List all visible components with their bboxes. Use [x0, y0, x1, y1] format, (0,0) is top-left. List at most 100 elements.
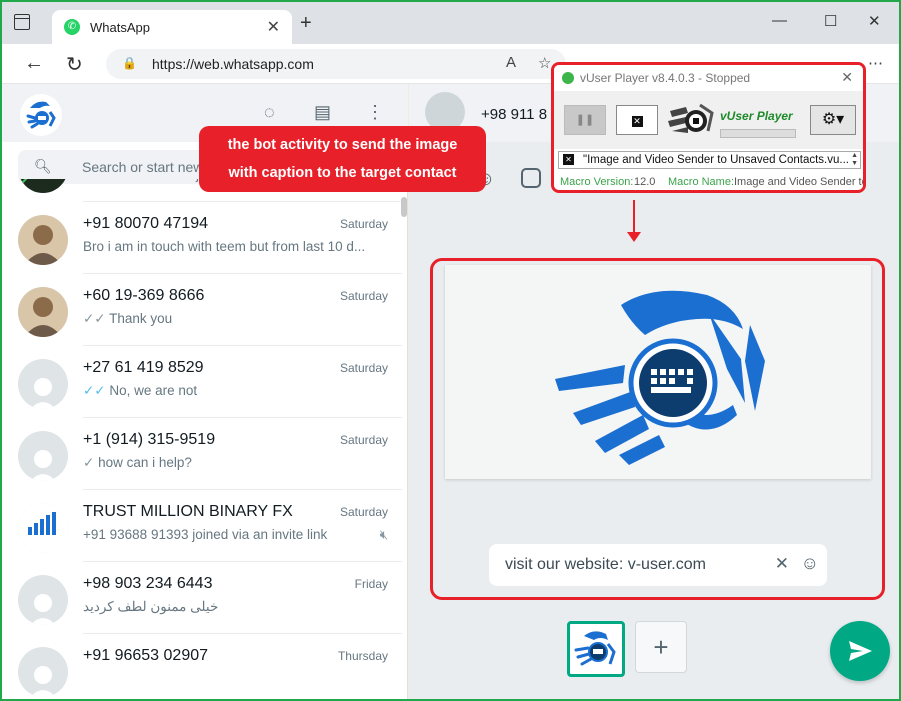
lock-icon: 🔒 [122, 56, 137, 70]
chat-list-item[interactable]: +98 903 234 6443 Friday خیلی ممنون لطف کرد… [2, 562, 402, 634]
chat-time: Friday [354, 577, 388, 591]
pause-button[interactable]: ❚❚ [564, 105, 606, 135]
back-arrow-icon[interactable]: ← [24, 52, 44, 75]
callout-line-2: with caption to the target contact [228, 165, 457, 181]
more-menu-icon[interactable]: ⋯ [868, 54, 883, 72]
macro-name-value: Image and Video Sender to [734, 176, 866, 188]
add-attachment-button[interactable]: + [635, 621, 687, 673]
tab-close-icon[interactable]: ✕ [267, 17, 280, 37]
group-avatar-icon [18, 179, 68, 193]
chat-avatar [18, 215, 68, 265]
read-receipt-icon: ✓ [83, 455, 95, 470]
chat-time: Saturday [339, 433, 388, 447]
vuser-app-icon [562, 72, 574, 84]
new-chat-icon[interactable]: ▤ [314, 102, 331, 123]
macro-file-name: "Image and Video Sender to Unsaved Conta… [583, 154, 849, 166]
chat-message-text: Thank you [109, 311, 173, 326]
chat-message-text: +91 93688 91393 joined via an invite lin… [83, 527, 328, 542]
annotation-arrow-line [633, 200, 635, 234]
stop-button[interactable]: ✕ [616, 105, 658, 135]
whatsapp-favicon-icon: ✆ [64, 19, 80, 35]
highlight-box [430, 258, 885, 600]
macro-version-value: 12.0 [634, 176, 656, 188]
chat-last-message: Bro i am in touch with teem but from las… [83, 239, 383, 254]
callout-line-1: the bot activity to send the image [227, 137, 458, 153]
chat-list-item[interactable]: +27 61 419 8529 Saturday ✓✓ No, we are not [2, 346, 402, 418]
chat-name: +60 19-369 8666 [83, 287, 205, 304]
chat-list-item[interactable]: +91 80070 47194 Saturday Bro i am in touch… [2, 202, 402, 274]
chat-time: Saturday [339, 217, 388, 231]
vuser-close-icon[interactable]: ✕ [841, 69, 853, 86]
chat-list: Learn 2 Beom trade xpatSaturday+91 6363 … [2, 179, 402, 699]
chat-list-scrollbar[interactable] [401, 197, 407, 217]
chat-name: +1 (914) 315-9519 [83, 431, 216, 448]
screenshot-frame: ✆ WhatsApp ✕ + — ☐ ✕ ← ↻ 🔒 https://web.w… [0, 0, 901, 701]
photo-avatar-icon [18, 287, 68, 337]
browser-tab[interactable]: ✆ WhatsApp ✕ [52, 10, 292, 44]
chat-time: Saturday [339, 361, 388, 375]
annotation-callout: the bot activity to send the image with … [199, 126, 486, 192]
chat-last-message: ✓✓ No, we are not [83, 383, 383, 399]
settings-gear-button[interactable]: ⚙▾ [810, 105, 856, 135]
status-icon[interactable]: ◌ [264, 102, 275, 123]
macro-selector[interactable]: ✕ "Image and Video Sender to Unsaved Con… [558, 151, 861, 169]
chat-avatar [18, 431, 68, 481]
address-bar[interactable]: 🔒 https://web.whatsapp.com [106, 49, 566, 79]
vuser-titlebar[interactable]: vUser Player v8.4.0.3 - Stopped ✕ [554, 65, 863, 91]
trust-million-logo-icon [18, 503, 68, 553]
reload-icon[interactable]: ↻ [66, 52, 83, 77]
chat-avatar [18, 179, 68, 193]
chat-last-message: ✓✓ Thank you [83, 311, 383, 327]
chat-message-text: No, we are not [109, 383, 198, 398]
read-receipt-icon: ✓✓ [83, 383, 106, 398]
chat-avatar [18, 359, 68, 409]
annotation-arrow-icon [627, 232, 641, 242]
sidebar-toggle-icon[interactable] [14, 14, 30, 30]
chat-name: +27 61 419 8529 [83, 359, 204, 376]
menu-icon[interactable]: ⋮ [366, 102, 384, 123]
browser-tab-strip: ✆ WhatsApp ✕ + — ☐ ✕ [2, 2, 899, 44]
window-close-icon[interactable]: ✕ [868, 12, 881, 30]
chat-time: Thursday [337, 649, 388, 663]
chat-name: TRUST MILLION BINARY FX [83, 503, 293, 520]
chat-list-item[interactable]: +91 96653 02907 Thursday [2, 634, 402, 699]
macro-scroll-icon[interactable]: ▲ ▼ [851, 152, 858, 168]
sticker-icon[interactable] [521, 168, 541, 188]
attachment-thumbnail[interactable] [567, 621, 625, 677]
chat-last-message: ✓ how can i help? [83, 455, 383, 471]
read-aloud-icon[interactable]: A [506, 54, 516, 71]
send-icon [849, 641, 872, 661]
new-tab-icon[interactable]: + [300, 13, 312, 33]
chat-time: Saturday [339, 289, 388, 303]
favorite-star-icon[interactable]: ☆ [538, 54, 551, 72]
tab-title: WhatsApp [90, 20, 150, 35]
stop-icon: ✕ [631, 116, 643, 127]
photo-avatar-icon [18, 215, 68, 265]
macro-close-icon[interactable]: ✕ [563, 154, 574, 165]
chat-list-item[interactable]: TRUST MILLION BINARY FX Saturday +91 93688… [2, 490, 402, 562]
macro-name-label: Macro Name: [668, 176, 735, 188]
chat-list-item[interactable]: +60 19-369 8666 Saturday ✓✓ Thank you [2, 274, 402, 346]
default-avatar-icon [30, 378, 56, 409]
chat-message-text: how can i help? [98, 455, 192, 470]
macro-version-label: Macro Version: [560, 176, 634, 188]
vuser-robot-hand-icon [668, 103, 714, 133]
chat-name: +98 903 234 6443 [83, 575, 213, 592]
search-icon: 🔍︎ [34, 158, 52, 174]
chat-last-message: خیلی ممنون لطف کردید [83, 599, 383, 615]
default-avatar-icon [30, 450, 56, 481]
vuser-status-bar: Macro Version: 12.0 Macro Name: Image an… [554, 171, 866, 190]
chat-avatar [18, 647, 68, 697]
minimize-icon[interactable]: — [772, 12, 787, 29]
vuser-controls: ❚❚ ✕ vUser Player ⚙▾ [554, 91, 863, 149]
chat-time: Saturday [339, 505, 388, 519]
contact-phone: +98 911 8 [481, 106, 548, 123]
maximize-icon[interactable]: ☐ [824, 12, 837, 30]
chat-avatar [18, 287, 68, 337]
default-avatar-icon [30, 594, 56, 625]
chat-name: +91 80070 47194 [83, 215, 209, 232]
send-button[interactable] [830, 621, 890, 681]
profile-avatar[interactable] [20, 94, 62, 136]
chat-name: +91 96653 02907 [83, 647, 209, 664]
chat-list-item[interactable]: +1 (914) 315-9519 Saturday ✓ how can i hel… [2, 418, 402, 490]
